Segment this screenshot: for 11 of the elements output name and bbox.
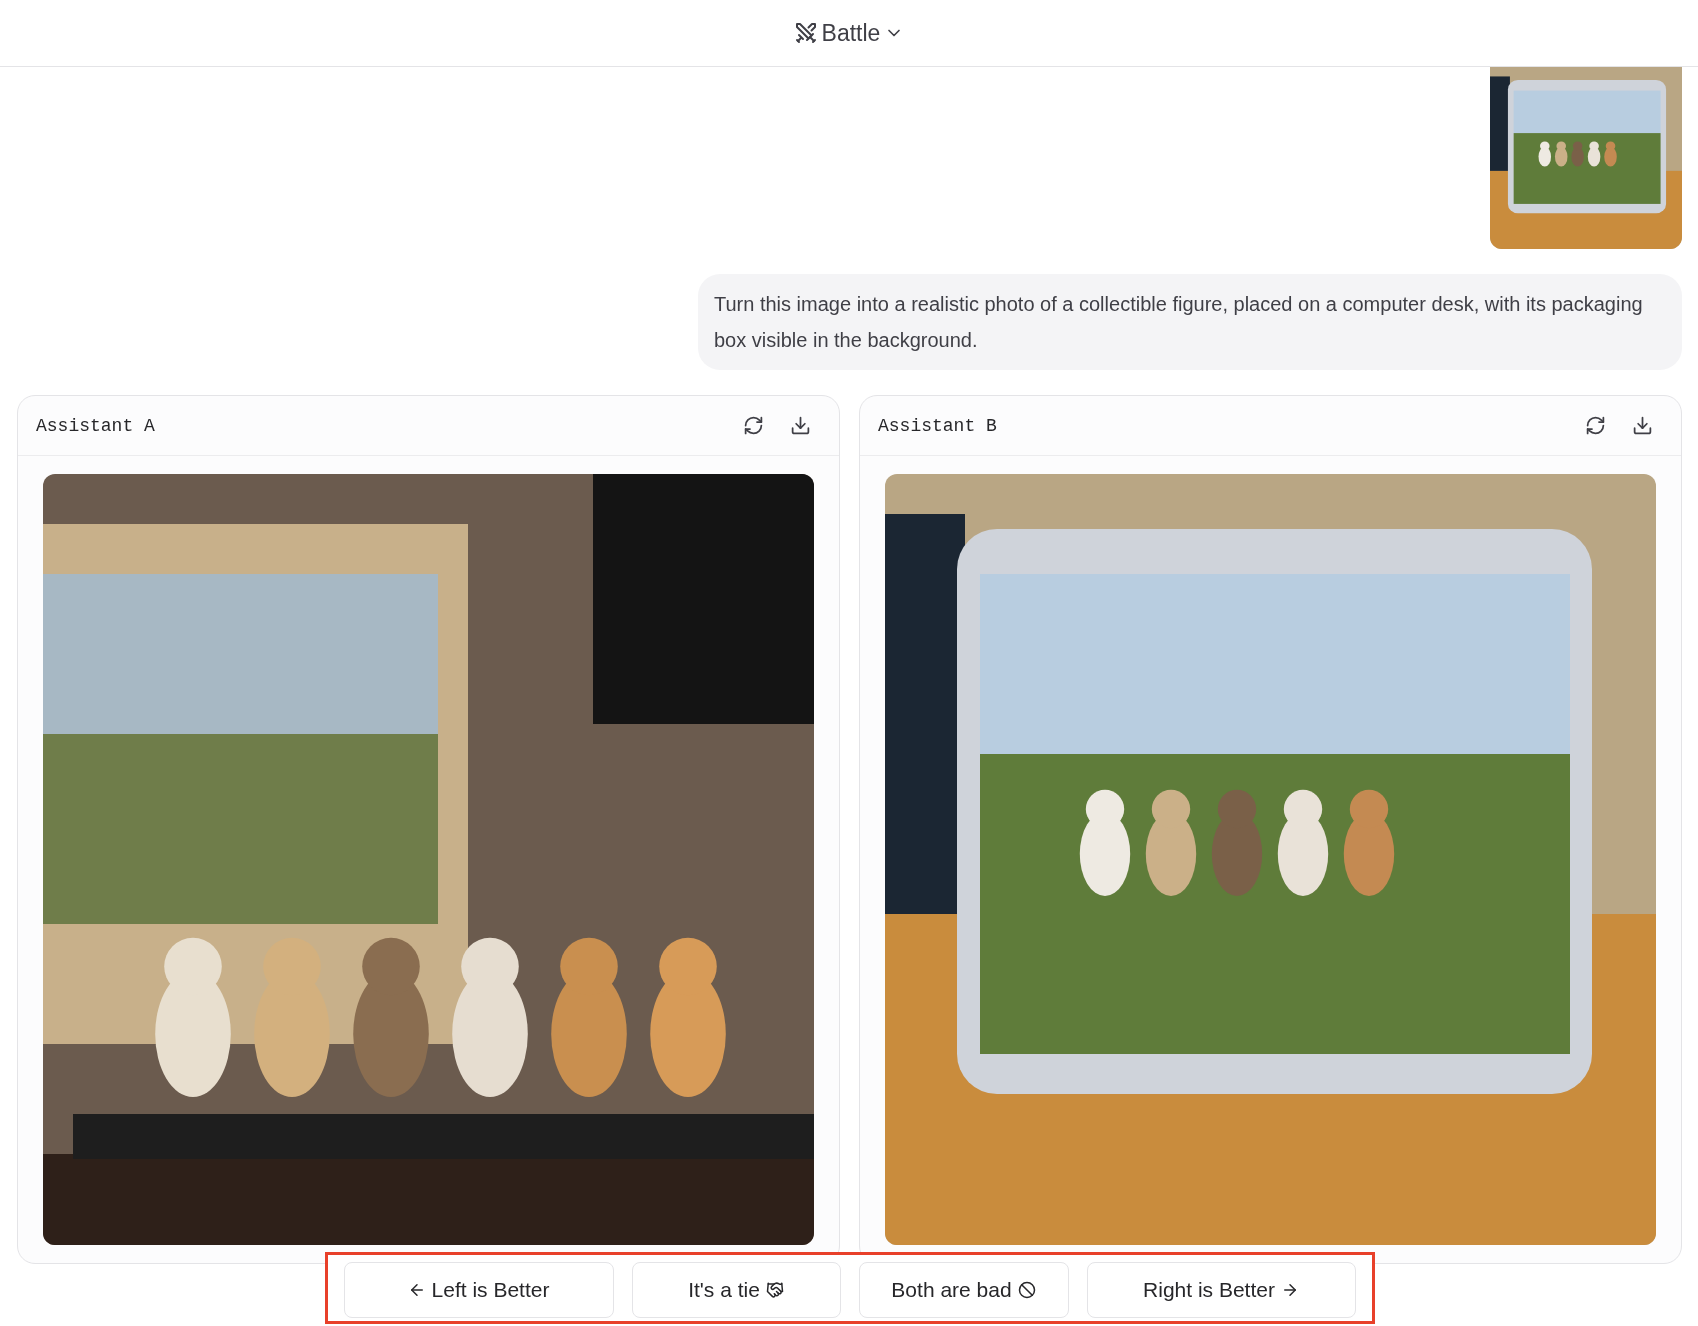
vote-button[interactable]: It's a tie bbox=[631, 1262, 841, 1318]
handshake-icon bbox=[765, 1281, 784, 1299]
assistant-label: Assistant A bbox=[36, 415, 156, 436]
mode-dropdown[interactable]: Battle bbox=[787, 15, 911, 51]
ban-icon bbox=[1017, 1281, 1036, 1299]
vote-button[interactable]: Both are bad bbox=[858, 1262, 1069, 1318]
vote-button[interactable]: Right is Better bbox=[1086, 1262, 1356, 1318]
vote-button[interactable]: Left is Better bbox=[343, 1262, 614, 1318]
swords-icon bbox=[793, 21, 818, 45]
assistant-label: Assistant B bbox=[878, 415, 998, 436]
prompt-message: Turn this image into a realistic photo of a collectible figure, placed on a computer desk, with its packaging box visible in the background. bbox=[698, 274, 1682, 370]
